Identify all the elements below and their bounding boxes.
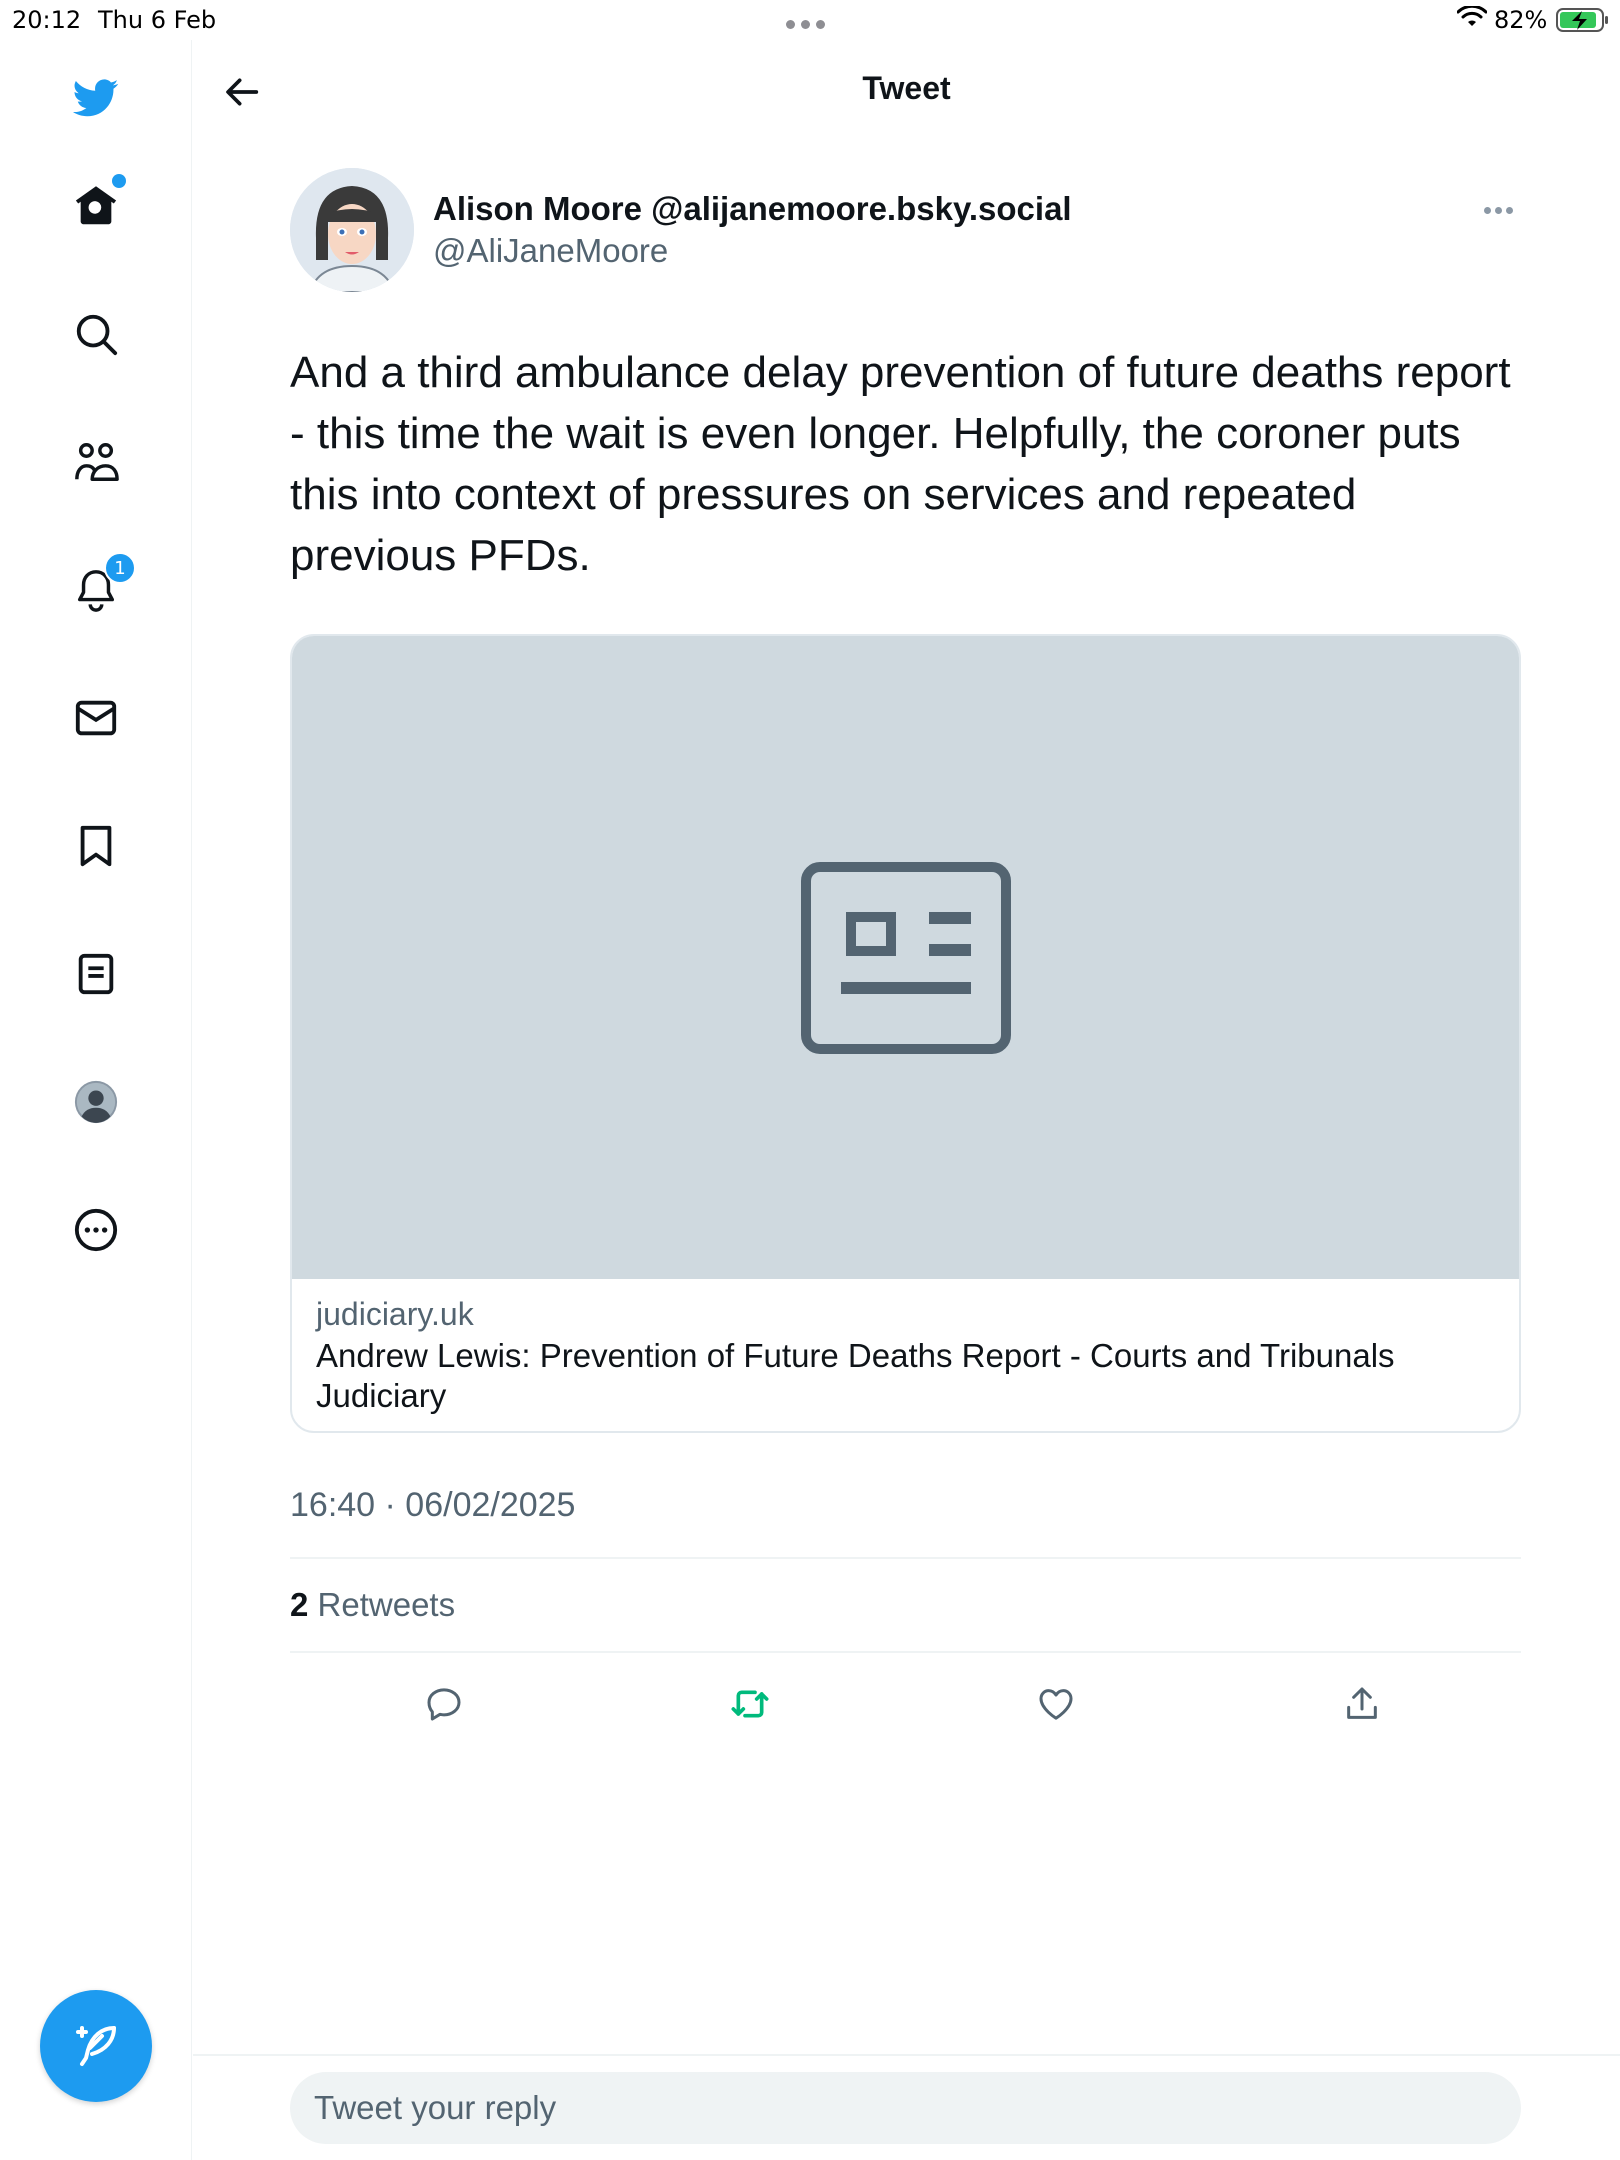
- bookmark-icon: [80, 825, 112, 867]
- retweet-icon: [731, 1690, 769, 1718]
- retweet-count: 2: [290, 1586, 309, 1623]
- retweet-label: Retweets: [317, 1586, 456, 1623]
- more-circle-icon: [74, 1208, 118, 1252]
- status-bar: 20:12 Thu 6 Feb 82%: [0, 0, 1620, 40]
- link-card-title: Andrew Lewis: Prevention of Future Death…: [316, 1337, 1395, 1414]
- page-title: Tweet: [862, 70, 951, 106]
- battery-percent: 82%: [1494, 6, 1548, 34]
- author-name[interactable]: Alison Moore @alijanemoore.bsky.social: [433, 190, 1072, 228]
- share-button[interactable]: [1334, 1676, 1390, 1732]
- list-icon: [78, 953, 114, 995]
- search-icon: [76, 314, 118, 356]
- nav-communities[interactable]: [64, 430, 128, 494]
- reply-button[interactable]: [416, 1676, 472, 1732]
- wifi-icon: [1457, 6, 1487, 26]
- compose-icon: [76, 2026, 116, 2066]
- link-card-domain: judiciary.uk: [316, 1296, 474, 1332]
- tweet-timestamp[interactable]: 16:40 · 06/02/2025: [290, 1486, 575, 1525]
- notifications-badge: 1: [104, 552, 136, 584]
- home-unread-dot: [112, 174, 126, 188]
- retweet-stats[interactable]: 2 Retweets: [290, 1586, 455, 1624]
- reply-bar: Tweet your reply: [193, 2054, 1620, 2160]
- profile-icon: [74, 1080, 118, 1124]
- nav-profile[interactable]: [64, 1070, 128, 1134]
- author-avatar[interactable]: [290, 168, 414, 292]
- heart-icon: [1039, 1689, 1073, 1720]
- mail-icon: [75, 700, 117, 736]
- page-header: Tweet: [193, 40, 1620, 140]
- avatar-illustration: [290, 168, 414, 292]
- people-icon: [75, 443, 119, 481]
- nav-explore[interactable]: [64, 302, 128, 366]
- author-handle[interactable]: @AliJaneMoore: [433, 232, 668, 270]
- nav-messages[interactable]: [64, 686, 128, 750]
- nav-notifications[interactable]: 1: [64, 552, 136, 622]
- nav-bookmarks[interactable]: [64, 814, 128, 878]
- divider: [290, 1557, 1521, 1559]
- twitter-logo-icon[interactable]: [64, 66, 128, 130]
- nav-more[interactable]: [64, 1198, 128, 1262]
- article-icon: [800, 861, 1011, 1054]
- share-icon: [1347, 1687, 1377, 1719]
- link-card[interactable]: judiciary.uk Andrew Lewis: Prevention of…: [290, 634, 1521, 1433]
- nav-lists[interactable]: [64, 942, 128, 1006]
- tweet-text: And a third ambulance delay prevention o…: [290, 348, 1511, 580]
- reply-icon: [427, 1688, 461, 1721]
- sidebar: 1: [0, 40, 192, 2160]
- like-button[interactable]: [1028, 1676, 1084, 1732]
- compose-tweet-button[interactable]: [40, 1990, 152, 2102]
- tweet-more-options-icon[interactable]: [1484, 200, 1520, 220]
- home-icon: [75, 186, 117, 225]
- divider: [290, 1651, 1521, 1653]
- link-card-placeholder: [292, 636, 1519, 1279]
- status-time: 20:12: [12, 6, 82, 34]
- multitasking-dots-icon[interactable]: [786, 14, 834, 29]
- retweet-button[interactable]: [722, 1676, 778, 1732]
- status-date: Thu 6 Feb: [98, 6, 217, 34]
- battery-charging-icon: [1556, 8, 1608, 32]
- reply-input[interactable]: Tweet your reply: [290, 2072, 1521, 2144]
- nav-home[interactable]: [64, 174, 128, 238]
